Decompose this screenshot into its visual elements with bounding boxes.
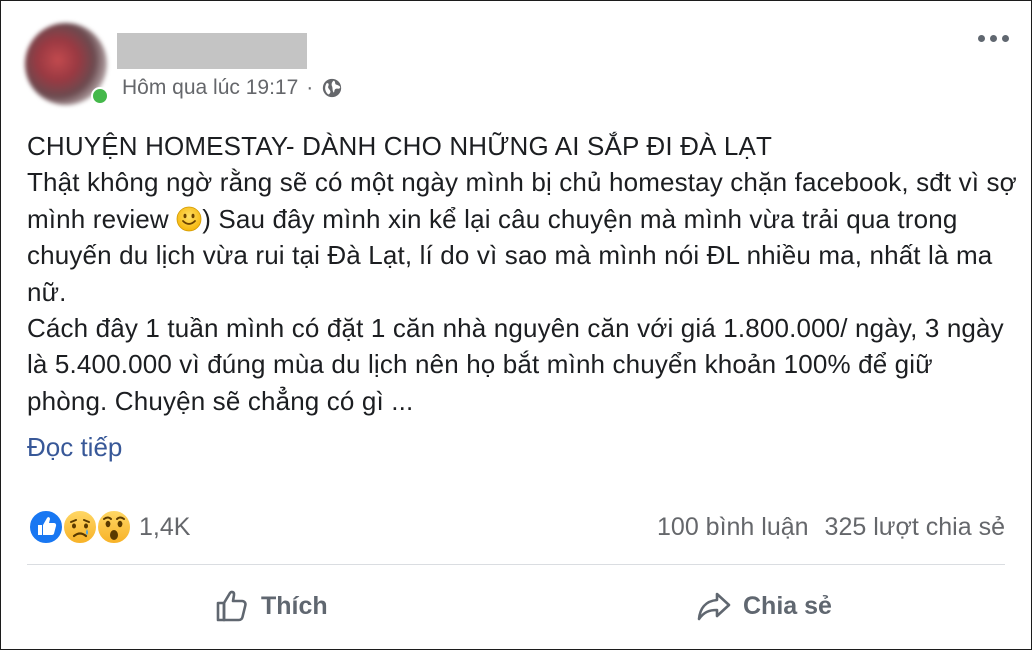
- wow-icon: [96, 509, 132, 545]
- post-card: Hôm qua lúc 19:17 · CHUYỆN HOMESTAY- DÀN…: [0, 0, 1032, 650]
- more-dot: [1002, 35, 1009, 42]
- author-name-redacted[interactable]: [117, 33, 307, 69]
- more-dot: [990, 35, 997, 42]
- share-button-label: Chia sẻ: [743, 591, 832, 620]
- post-title: CHUYỆN HOMESTAY- DÀNH CHO NHỮNG AI SẮP Đ…: [27, 131, 773, 161]
- online-status-dot: [91, 87, 109, 105]
- reaction-count[interactable]: 1,4K: [139, 513, 190, 542]
- post-timestamp[interactable]: Hôm qua lúc 19:17: [122, 76, 298, 100]
- like-button[interactable]: Thích: [213, 587, 328, 625]
- meta-separator: ·: [306, 76, 314, 99]
- post-paragraph-1: Thật không ngờ rằng sẽ có một ngày mình …: [27, 164, 1017, 310]
- like-button-label: Thích: [261, 591, 328, 620]
- reactions-summary[interactable]: 1,4K: [27, 508, 190, 546]
- smiley-icon: [176, 206, 202, 232]
- thumbs-up-icon: [216, 590, 247, 622]
- globe-icon[interactable]: [321, 77, 343, 99]
- share-count[interactable]: 325 lượt chia sẻ: [825, 513, 1005, 542]
- comment-count[interactable]: 100 bình luận: [657, 513, 809, 542]
- post-paragraph-2: Cách đây 1 tuần mình có đặt 1 căn nhà ng…: [27, 313, 1004, 416]
- post-body: CHUYỆN HOMESTAY- DÀNH CHO NHỮNG AI SẮP Đ…: [27, 128, 1017, 419]
- actions-divider: [27, 564, 1005, 565]
- share-button[interactable]: Chia sẻ: [695, 587, 832, 625]
- engagement-stats: 100 bình luận 325 lượt chia sẻ: [657, 513, 1005, 542]
- more-options-icon[interactable]: [978, 35, 1009, 42]
- read-more-link[interactable]: Đọc tiếp: [27, 432, 122, 463]
- share-arrow-icon: [697, 592, 731, 621]
- more-dot: [978, 35, 985, 42]
- like-icon: [28, 509, 64, 545]
- sad-icon: [62, 509, 98, 545]
- post-meta: Hôm qua lúc 19:17 ·: [122, 76, 343, 100]
